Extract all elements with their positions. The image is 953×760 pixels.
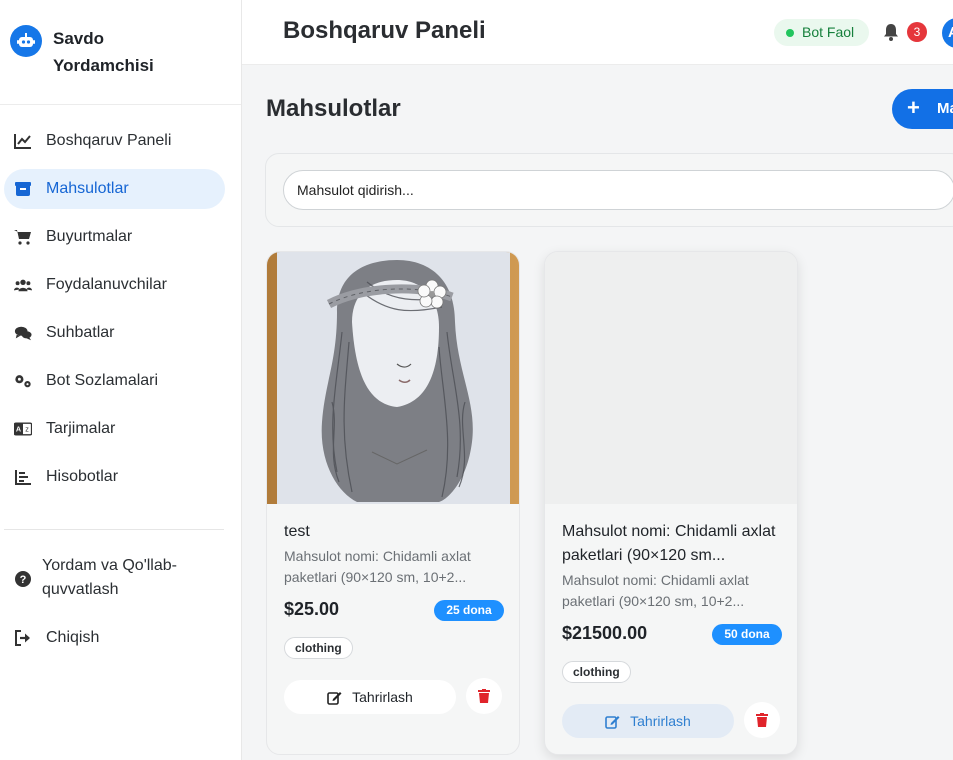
comments-icon — [14, 324, 32, 342]
sidebar-item-label: Suhbatlar — [46, 324, 115, 341]
edit-label: Tahrirlash — [352, 689, 413, 705]
svg-text:A: A — [16, 425, 21, 434]
delete-button[interactable] — [744, 702, 780, 738]
sidebar-item-label: Mahsulotlar — [46, 180, 129, 197]
sidebar-item-orders[interactable]: Buyurtmalar — [4, 217, 225, 257]
status-dot-icon — [786, 29, 794, 37]
product-price: $21500.00 — [562, 623, 648, 643]
logout-icon — [14, 629, 32, 647]
sidebar-item-label: Tarjimalar — [46, 420, 116, 437]
search-input[interactable] — [283, 170, 953, 210]
plus-icon: + — [907, 95, 920, 120]
category-chip: clothing — [562, 661, 631, 683]
sidebar-divider — [4, 529, 224, 530]
question-circle-icon: ? — [14, 570, 32, 588]
trash-icon — [478, 689, 490, 703]
product-description: Mahsulot nomi: Chidamli axlat paketlari … — [284, 548, 471, 585]
sidebar: Savdo Yordamchisi Boshqaruv Paneli Mahsu… — [0, 0, 242, 760]
delete-button[interactable] — [466, 678, 502, 714]
product-description: Mahsulot nomi: Chidamli axlat paketlari … — [562, 572, 749, 609]
category-chip: clothing — [284, 637, 353, 659]
product-card: test Mahsulot nomi: Chidamli axlat paket… — [266, 251, 520, 755]
add-product-label: Ma — [937, 100, 953, 117]
sidebar-item-bot-settings[interactable]: Bot Sozlamalari — [4, 361, 225, 401]
product-card: Mahsulot nomi: Chidamli axlat paketlari … — [544, 251, 798, 755]
edit-button[interactable]: Tahrirlash — [284, 680, 456, 714]
product-image-placeholder — [545, 252, 797, 504]
sidebar-divider — [0, 104, 241, 105]
sidebar-item-chats[interactable]: Suhbatlar — [4, 313, 225, 353]
svg-text:z: z — [25, 425, 29, 434]
sidebar-item-label: Buyurtmalar — [46, 228, 133, 245]
sidebar-item-label: Boshqaruv Paneli — [46, 132, 172, 149]
product-title: test — [284, 523, 310, 540]
sidebar-item-help[interactable]: ? Yordam va Qo'llab-quvvatlash — [4, 554, 225, 604]
sidebar-item-label: Chiqish — [46, 629, 100, 646]
sidebar-item-label: Yordam va Qo'llab-quvvatlash — [42, 557, 177, 598]
cart-icon — [14, 228, 32, 246]
robot-icon — [10, 25, 42, 57]
sidebar-item-reports[interactable]: Hisobotlar — [4, 457, 225, 497]
edit-icon — [605, 714, 620, 729]
avatar[interactable]: A — [942, 18, 953, 48]
product-info: Mahsulot nomi: Chidamli axlat paketlari … — [562, 520, 787, 612]
brand-name: Savdo Yordamchisi — [53, 29, 154, 75]
status-label: Bot Faol — [802, 24, 855, 40]
sidebar-item-label: Foydalanuvchilar — [46, 276, 167, 293]
edit-label: Tahrirlash — [630, 713, 691, 729]
stock-badge: 25 dona — [434, 600, 504, 621]
product-price: $25.00 — [284, 599, 340, 619]
svg-text:?: ? — [20, 574, 27, 586]
sidebar-item-dashboard[interactable]: Boshqaruv Paneli — [4, 121, 225, 161]
product-title: Mahsulot nomi: Chidamli axlat paketlari … — [562, 523, 776, 564]
users-icon — [14, 276, 32, 294]
brand[interactable]: Savdo Yordamchisi — [10, 25, 154, 75]
product-image — [267, 252, 519, 504]
sidebar-item-label: Hisobotlar — [46, 468, 119, 485]
trash-icon — [756, 713, 768, 727]
sidebar-item-translations[interactable]: Az Tarjimalar — [4, 409, 225, 449]
notification-count-badge: 3 — [907, 22, 927, 42]
sidebar-item-label: Bot Sozlamalari — [46, 372, 159, 389]
sidebar-item-logout[interactable]: Chiqish — [4, 618, 225, 658]
page-title: Mahsulotlar — [266, 95, 401, 122]
edit-button[interactable]: Tahrirlash — [562, 704, 734, 738]
search-panel — [265, 153, 953, 227]
report-icon — [14, 468, 32, 486]
bot-status-badge: Bot Faol — [774, 19, 869, 46]
bell-icon[interactable] — [883, 23, 901, 41]
sidebar-item-products[interactable]: Mahsulotlar — [4, 169, 225, 209]
add-product-button[interactable]: + Ma — [892, 89, 953, 129]
chart-line-icon — [14, 132, 32, 150]
top-header: Boshqaruv Paneli Bot Faol 3 A — [242, 0, 953, 65]
language-icon: Az — [14, 420, 32, 438]
edit-icon — [327, 690, 342, 705]
gears-icon — [14, 372, 32, 390]
product-info: test Mahsulot nomi: Chidamli axlat paket… — [284, 520, 494, 588]
stock-badge: 50 dona — [712, 624, 782, 645]
sidebar-item-users[interactable]: Foydalanuvchilar — [4, 265, 225, 305]
header-title: Boshqaruv Paneli — [283, 17, 486, 44]
box-icon — [14, 180, 32, 198]
